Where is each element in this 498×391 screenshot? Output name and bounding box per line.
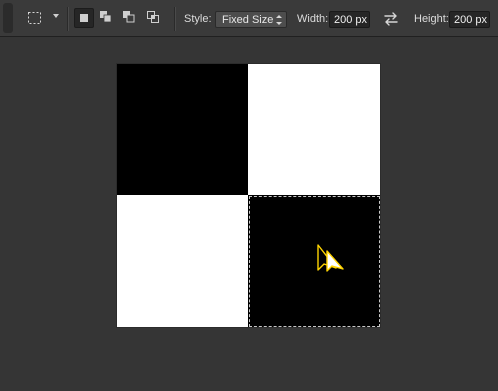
swap-width-height-button[interactable] <box>382 10 400 28</box>
style-select-value: Fixed Size <box>222 14 274 26</box>
options-bar-grip[interactable] <box>3 3 13 33</box>
checker-cell-bottom-left <box>117 195 248 327</box>
height-input[interactable]: 200 px <box>449 11 490 28</box>
style-select[interactable]: Fixed Size <box>215 11 287 28</box>
intersect-selection-button[interactable] <box>144 8 164 28</box>
add-to-selection-button[interactable] <box>97 8 117 28</box>
width-label: Width: <box>297 13 329 25</box>
add-to-selection-icon <box>100 11 112 23</box>
style-label: Style: <box>184 13 212 25</box>
checker-cell-top-right <box>248 64 380 195</box>
marquee-move-cursor-icon <box>317 244 344 272</box>
checker-cell-top-left <box>117 64 248 195</box>
photo-editor-window: Style: Fixed Size Width: 200 px Height: … <box>0 0 498 391</box>
rectangular-marquee-icon <box>28 12 41 24</box>
divider <box>67 7 69 31</box>
intersect-selection-icon <box>147 11 159 23</box>
subtract-from-selection-icon <box>123 11 135 23</box>
new-selection-icon <box>80 14 88 22</box>
new-selection-button[interactable] <box>74 8 94 28</box>
tool-preset-picker[interactable] <box>26 9 64 29</box>
width-input[interactable]: 200 px <box>329 11 370 28</box>
select-arrows-icon <box>276 15 282 25</box>
subtract-from-selection-button[interactable] <box>120 8 140 28</box>
divider <box>174 7 176 31</box>
chevron-down-icon <box>53 14 59 18</box>
swap-width-height-icon <box>384 12 398 26</box>
tool-options-bar: Style: Fixed Size Width: 200 px Height: … <box>0 0 498 37</box>
height-label: Height: <box>414 13 449 25</box>
